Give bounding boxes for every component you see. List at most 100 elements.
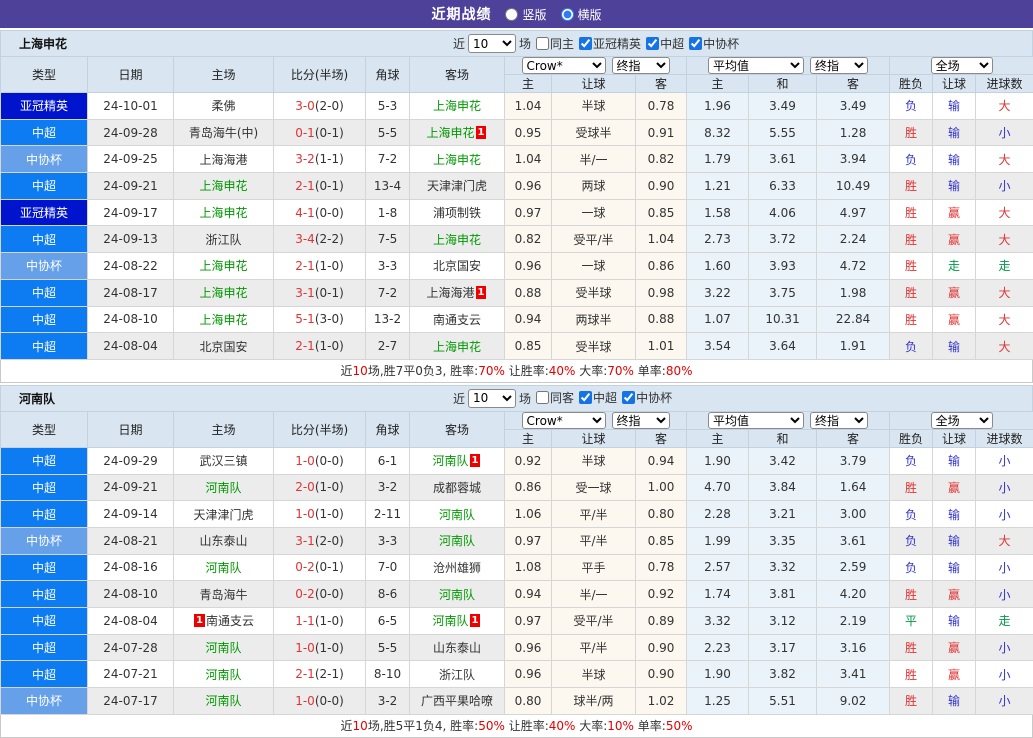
avg-away-odds-cell: 2.59 (817, 554, 890, 581)
league-type-cell: 中超 (1, 447, 88, 474)
filter-checkbox[interactable] (579, 37, 592, 50)
layout-vertical-option[interactable]: 竖版 (505, 6, 546, 23)
crow-away-odds-cell: 0.92 (636, 581, 687, 608)
vertical-layout-radio[interactable] (505, 8, 518, 21)
away-team-name-wrap: 成都蓉城 (433, 481, 481, 495)
avg-away-odds-cell: 4.20 (817, 581, 890, 608)
league-type-cell: 中超 (1, 474, 88, 501)
crow-handicap-cell: 平/半 (552, 634, 636, 661)
crow-away-odds-cell: 0.85 (636, 199, 687, 226)
final-odds-select[interactable]: 终指 (612, 57, 670, 74)
filter-checkbox[interactable] (622, 391, 635, 404)
filter-label: 亚冠精英 (593, 35, 641, 52)
avg-away-odds-cell: 3.16 (817, 634, 890, 661)
filter-中超[interactable]: 中超 (646, 35, 684, 52)
away-team-cell: 上海申花1 (410, 119, 505, 146)
home-team-name-wrap: 武汉三镇 (199, 454, 247, 468)
half-score: (1-0) (315, 641, 344, 655)
league-type-cell: 中协杯 (1, 688, 88, 715)
avg-away-odds-cell: 2.19 (817, 608, 890, 635)
full-score: 0-2 (295, 587, 315, 601)
corner-cell: 6-1 (366, 447, 410, 474)
away-team-cell: 浙江队 (410, 661, 505, 688)
filter-中超[interactable]: 中超 (579, 389, 617, 406)
home-team-name-wrap: 上海申花 (199, 206, 247, 220)
full-match-select[interactable]: 全场 (931, 57, 993, 74)
home-team-name-wrap: 山东泰山 (199, 534, 247, 548)
match-row: 中超24-09-29武汉三镇1-0(0-0)6-1河南队10.92半球0.941… (1, 447, 1033, 474)
full-score: 2-1 (295, 339, 315, 353)
average-select[interactable]: 平均值 (708, 57, 804, 74)
result-cell: 负 (890, 333, 933, 360)
home-team-name: 河南队 (205, 694, 241, 708)
crow-handicap-cell: 平/半 (552, 501, 636, 528)
result-cell: 负 (890, 501, 933, 528)
result-cell: 胜 (890, 173, 933, 200)
avg-home-odds-cell: 1.90 (687, 661, 749, 688)
half-score: (1-0) (315, 339, 344, 353)
bookmaker-group-header: Crow* 终指 (505, 411, 687, 429)
bookmaker-select[interactable]: Crow* (522, 57, 606, 74)
handicap-result-cell: 输 (933, 527, 976, 554)
filter-同主[interactable]: 同主 (536, 35, 574, 52)
avg-away-odds-cell: 1.98 (817, 279, 890, 306)
goals-result-cell: 走 (976, 253, 1033, 280)
avg-home-odds-cell: 2.23 (687, 634, 749, 661)
home-team-name-wrap: 浙江队 (205, 233, 241, 247)
half-score: (0-1) (315, 286, 344, 300)
corner-cell: 8-6 (366, 581, 410, 608)
avg-home-odds-cell: 1.25 (687, 688, 749, 715)
sub-header-crow-away: 客 (636, 75, 687, 93)
crow-handicap-cell: 受一球 (552, 474, 636, 501)
average-select[interactable]: 平均值 (708, 412, 804, 429)
summary-stat-value: 80% (666, 364, 693, 378)
corner-cell: 2-11 (366, 501, 410, 528)
layout-horizontal-option[interactable]: 横版 (561, 6, 602, 23)
away-team-cell: 北京国安 (410, 253, 505, 280)
crow-away-odds-cell: 0.86 (636, 253, 687, 280)
filter-checkbox[interactable] (689, 37, 702, 50)
home-team-name-wrap: 北京国安 (199, 340, 247, 354)
handicap-result-cell: 输 (933, 447, 976, 474)
home-team-cell: 河南队 (174, 474, 274, 501)
home-team-name: 天津津门虎 (193, 508, 253, 522)
handicap-result-cell: 走 (933, 253, 976, 280)
recent-count-select[interactable]: 10 (468, 389, 516, 408)
away-team-name: 上海申花 (433, 233, 481, 247)
half-score: (2-2) (315, 232, 344, 246)
home-team-cell: 上海申花 (174, 253, 274, 280)
col-header-home: 主场 (174, 57, 274, 93)
bookmaker-select[interactable]: Crow* (522, 412, 606, 429)
handicap-result-cell: 输 (933, 146, 976, 173)
summary-text: 近 (341, 719, 353, 733)
match-row: 中超24-07-21河南队2-1(2-1)8-10浙江队0.96半球0.901.… (1, 661, 1033, 688)
team-header-row: 河南队 近 10 场 同客中超中协杯 (0, 385, 1033, 411)
filter-checkbox[interactable] (536, 37, 549, 50)
crow-away-odds-cell: 0.91 (636, 119, 687, 146)
avg-draw-odds-cell: 3.49 (749, 93, 817, 120)
recent-count-select[interactable]: 10 (468, 34, 516, 53)
goals-result-cell: 大 (976, 279, 1033, 306)
final-odds-select-2[interactable]: 终指 (810, 57, 868, 74)
filter-中协杯[interactable]: 中协杯 (622, 389, 672, 406)
result-cell: 负 (890, 527, 933, 554)
away-team-name-wrap: 河南队1 (433, 614, 482, 628)
filter-同客[interactable]: 同客 (536, 389, 574, 406)
final-odds-select[interactable]: 终指 (612, 412, 670, 429)
filter-中协杯[interactable]: 中协杯 (689, 35, 739, 52)
filter-亚冠精英[interactable]: 亚冠精英 (579, 35, 641, 52)
match-row: 中协杯24-08-22上海申花2-1(1-0)3-3北京国安0.96一球0.86… (1, 253, 1033, 280)
final-odds-select-2[interactable]: 终指 (810, 412, 868, 429)
home-team-name: 河南队 (205, 481, 241, 495)
summary-stat-value: 50% (666, 719, 693, 733)
horizontal-layout-radio[interactable] (561, 8, 574, 21)
away-team-name: 成都蓉城 (433, 481, 481, 495)
full-score: 3-4 (295, 232, 315, 246)
home-team-cell: 柔佛 (174, 93, 274, 120)
filter-checkbox[interactable] (579, 391, 592, 404)
filter-checkbox[interactable] (536, 391, 549, 404)
filter-checkbox[interactable] (646, 37, 659, 50)
full-match-select[interactable]: 全场 (931, 412, 993, 429)
home-team-name: 南通支云 (206, 614, 254, 628)
crow-handicap-cell: 半/一 (552, 581, 636, 608)
